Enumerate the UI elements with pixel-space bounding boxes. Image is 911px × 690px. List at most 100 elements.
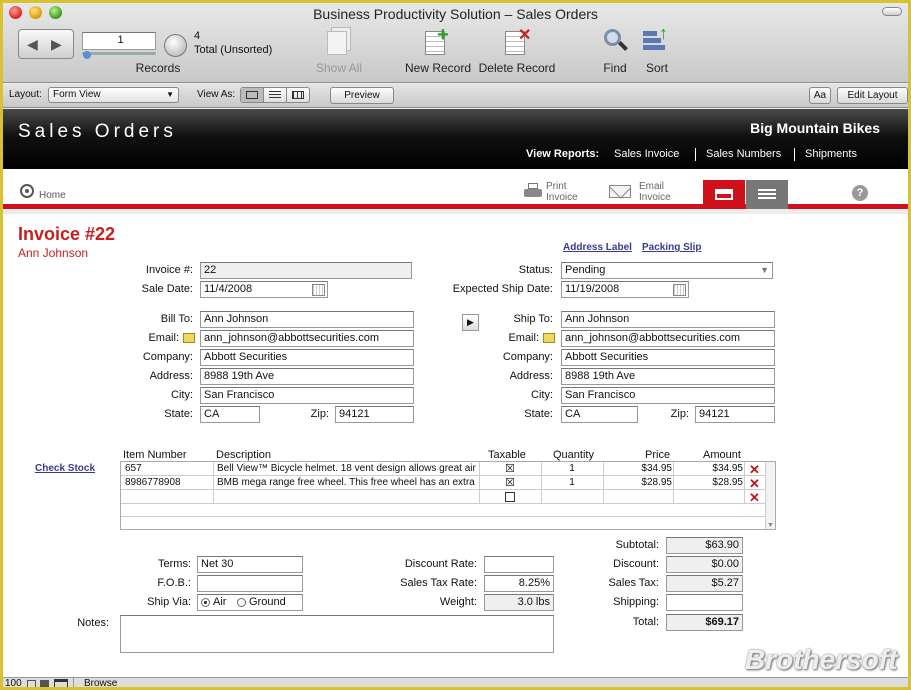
app-window: Business Productivity Solution – Sales O… [0, 0, 911, 690]
weight-field: 3.0 lbs [484, 594, 554, 611]
record-count-pie-icon [164, 34, 187, 57]
calendar-icon[interactable] [312, 284, 325, 296]
item-number-cell[interactable]: 8986778908 [125, 476, 213, 490]
record-slider-thumb[interactable] [83, 51, 91, 59]
mode-indicator[interactable]: Browse [73, 678, 143, 687]
bill-company-field[interactable]: Abbott Securities [200, 349, 414, 366]
ship-email-field[interactable]: ann_johnson@abbottsecurities.com [561, 330, 775, 347]
sales-tax-rate-label: Sales Tax Rate: [400, 577, 477, 589]
bill-to-name-field[interactable]: Ann Johnson [200, 311, 414, 328]
printer-icon[interactable] [524, 183, 542, 199]
bill-zip-field[interactable]: 94121 [335, 406, 414, 423]
next-record-icon[interactable]: ▶ [51, 36, 62, 53]
bill-state-field[interactable]: CA [200, 406, 260, 423]
zoom-level[interactable]: 100 [5, 678, 22, 687]
form-view-tab[interactable] [703, 180, 745, 209]
toolbar-toggle-button[interactable] [882, 7, 902, 16]
divider [673, 462, 674, 504]
ship-state-field[interactable]: CA [561, 406, 638, 423]
text-formatting-button[interactable]: Aa [809, 87, 831, 104]
delete-record-button[interactable]: Delete Record [477, 61, 557, 75]
send-email-icon[interactable] [543, 333, 555, 343]
show-all-button[interactable]: Show All [309, 61, 369, 75]
sale-date-field[interactable]: 11/4/2008 [200, 281, 328, 298]
ship-company-field[interactable]: Abbott Securities [561, 349, 775, 366]
scroll-down-icon[interactable]: ▼ [767, 522, 774, 529]
calendar-icon[interactable] [673, 284, 686, 296]
record-number-input[interactable]: 1 [82, 32, 156, 50]
zoom-in-icon[interactable] [40, 680, 49, 687]
list-view-tab[interactable] [746, 180, 788, 209]
layout-select-value: Form View [53, 89, 101, 100]
taxable-checkbox[interactable]: ☒ [505, 476, 515, 490]
nav-bar: Home Print Invoice Email Invoice ? [3, 169, 908, 209]
view-as-form-button[interactable] [241, 88, 264, 102]
report-link-sales-invoice[interactable]: Sales Invoice [614, 148, 679, 160]
previous-record-icon[interactable]: ◀ [27, 36, 38, 53]
view-as-table-button[interactable] [287, 88, 310, 102]
description-cell[interactable]: BMB mega range free wheel. This free whe… [217, 476, 479, 490]
zoom-out-icon[interactable] [27, 680, 36, 687]
print-invoice-link[interactable]: Print Invoice [546, 181, 578, 203]
ship-address-label: Address: [509, 370, 553, 382]
sales-tax-rate-field[interactable]: 8.25% [484, 575, 554, 592]
view-as-list-button[interactable] [264, 88, 287, 102]
find-button[interactable]: Find [599, 61, 631, 75]
quantity-cell[interactable]: 1 [541, 462, 603, 476]
ship-address-field[interactable]: 8988 19th Ave [561, 368, 775, 385]
price-cell[interactable]: $28.95 [606, 476, 672, 490]
ship-to-name-field[interactable]: Ann Johnson [561, 311, 775, 328]
sort-button[interactable]: Sort [641, 61, 673, 75]
ship-via-ground-radio[interactable] [237, 598, 246, 607]
ship-via-air-radio[interactable] [201, 598, 210, 607]
terms-field[interactable]: Net 30 [197, 556, 303, 573]
ship-zip-field[interactable]: 94121 [695, 406, 775, 423]
subtotal-value: $63.90 [666, 537, 743, 554]
taxable-checkbox[interactable] [505, 492, 515, 502]
email-invoice-link[interactable]: Email Invoice [639, 181, 671, 203]
expected-ship-date-field[interactable]: 11/19/2008 [561, 281, 689, 298]
packing-slip-link[interactable]: Packing Slip [642, 242, 701, 253]
notes-field[interactable] [120, 615, 554, 653]
item-number-cell[interactable]: 657 [125, 462, 213, 476]
check-stock-link[interactable]: Check Stock [35, 463, 95, 474]
bill-city-field[interactable]: San Francisco [200, 387, 414, 404]
line-items-scrollbar[interactable]: ▼ [765, 462, 775, 529]
report-link-sales-numbers[interactable]: Sales Numbers [706, 148, 781, 160]
taxable-checkbox[interactable]: ☒ [505, 462, 515, 476]
description-cell[interactable]: Bell View™ Bicycle helmet. 18 vent desig… [217, 462, 479, 476]
status-select[interactable]: Pending ▼ [561, 262, 773, 279]
new-record-button[interactable]: New Record [403, 61, 473, 75]
layout-select[interactable]: Form View ▼ [48, 87, 179, 103]
home-link[interactable]: Home [39, 190, 66, 201]
table-row[interactable]: 8986778908 BMB mega range free wheel. Th… [121, 476, 766, 491]
ship-city-field[interactable]: San Francisco [561, 387, 775, 404]
invoice-number-field[interactable]: 22 [200, 262, 412, 279]
record-slider[interactable] [82, 52, 156, 55]
bill-address-field[interactable]: 8988 19th Ave [200, 368, 414, 385]
chevron-down-icon: ▼ [166, 90, 174, 99]
help-icon[interactable]: ? [852, 185, 868, 201]
address-label-link[interactable]: Address Label [563, 242, 632, 253]
table-row[interactable] [121, 504, 766, 517]
quantity-cell[interactable]: 1 [541, 476, 603, 490]
record-book-control[interactable]: ◀ ▶ [18, 29, 74, 59]
email-envelope-icon[interactable] [609, 177, 631, 199]
price-cell[interactable]: $34.95 [606, 462, 672, 476]
view-reports-label: View Reports: [526, 148, 600, 160]
table-row[interactable]: 657 Bell View™ Bicycle helmet. 18 vent d… [121, 462, 766, 477]
invoice-title: Invoice #22 [18, 224, 116, 244]
send-email-icon[interactable] [183, 333, 195, 343]
preview-button[interactable]: Preview [330, 87, 394, 104]
table-row[interactable]: ✕ [121, 490, 766, 505]
column-header-taxable: Taxable [488, 449, 526, 461]
discount-rate-field[interactable] [484, 556, 554, 573]
status-toolbar-toggle-icon[interactable] [54, 679, 68, 687]
fob-field[interactable] [197, 575, 303, 592]
shipping-field[interactable] [666, 594, 743, 611]
ship-city-label: City: [531, 389, 553, 401]
home-icon[interactable] [20, 184, 34, 198]
edit-layout-button[interactable]: Edit Layout [837, 87, 908, 104]
bill-email-field[interactable]: ann_johnson@abbottsecurities.com [200, 330, 414, 347]
report-link-shipments[interactable]: Shipments [805, 148, 857, 160]
